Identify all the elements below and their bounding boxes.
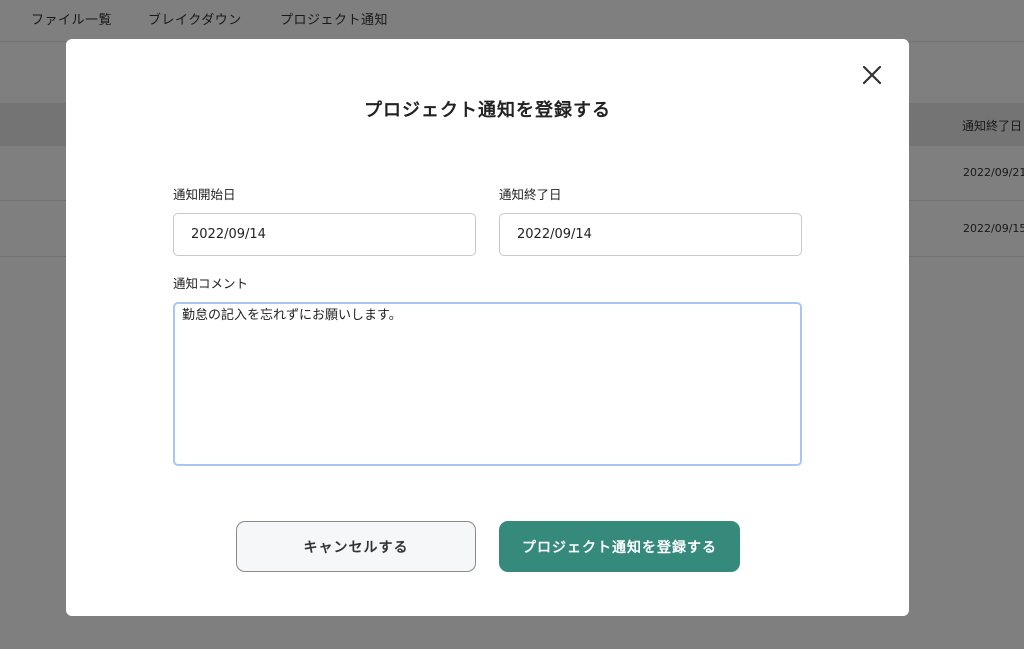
close-icon <box>862 65 882 85</box>
end-date-label: 通知終了日 <box>499 187 562 202</box>
register-notice-button[interactable]: プロジェクト通知を登録する <box>499 521 740 572</box>
end-date-input[interactable] <box>499 213 802 256</box>
cancel-button[interactable]: キャンセルする <box>236 521 476 572</box>
register-notice-modal: プロジェクト通知を登録する 通知開始日 通知終了日 通知コメント 勤怠の記入を忘… <box>66 39 909 616</box>
start-date-label: 通知開始日 <box>173 187 236 202</box>
close-button[interactable] <box>860 63 884 87</box>
modal-title: プロジェクト通知を登録する <box>364 100 611 121</box>
comment-textarea[interactable]: 勤怠の記入を忘れずにお願いします。 <box>173 302 802 466</box>
start-date-input[interactable] <box>173 213 476 256</box>
comment-label: 通知コメント <box>173 276 249 291</box>
